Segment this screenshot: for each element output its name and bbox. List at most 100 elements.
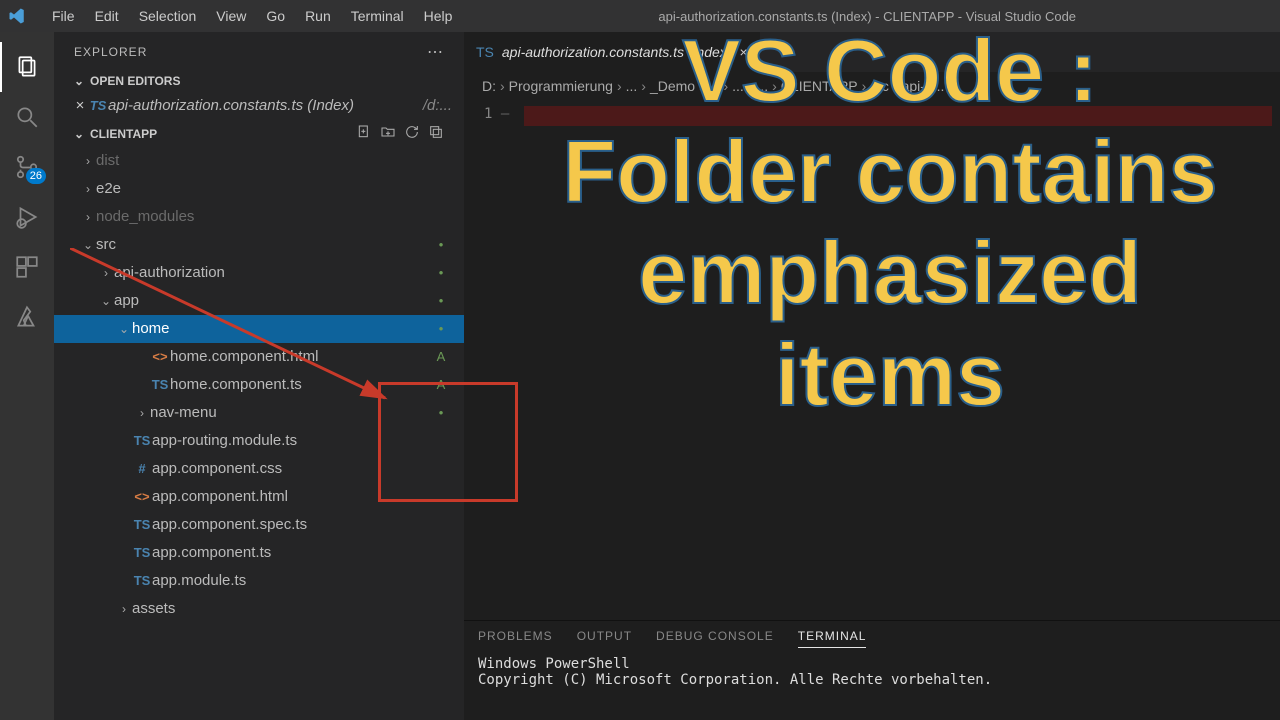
panel-tab-problems[interactable]: PROBLEMS	[478, 629, 553, 648]
menu-edit[interactable]: Edit	[85, 0, 129, 32]
terminal-body[interactable]: Windows PowerShell Copyright (C) Microso…	[464, 652, 1280, 692]
chevron-right-icon: ›	[80, 205, 96, 229]
tree-row[interactable]: ›node_modules	[54, 203, 464, 231]
refresh-icon[interactable]	[404, 124, 420, 143]
breadcrumb-segment[interactable]: ...	[732, 78, 744, 94]
tree-row[interactable]: <>app.component.html	[54, 483, 464, 511]
html-file-icon: <>	[150, 345, 170, 369]
tree-row[interactable]: TSapp.component.spec.ts	[54, 511, 464, 539]
tree-label: app.component.ts	[152, 541, 430, 565]
breadcrumb-segment[interactable]: api-a...	[902, 78, 945, 94]
workspace-header[interactable]: ⌄ CLIENTAPP	[54, 120, 464, 147]
explorer-panel: EXPLORER ⋯ ⌄ OPEN EDITORS × TS api-autho…	[54, 32, 464, 720]
ts-file-icon: TS	[476, 44, 494, 60]
chevron-down-icon: ⌄	[74, 74, 86, 88]
chevron-right-icon: ›	[116, 597, 132, 621]
tree-row[interactable]: <>home.component.htmlA	[54, 343, 464, 371]
source-control-icon[interactable]: 26	[0, 142, 54, 192]
git-modified-dot-icon: •	[430, 261, 452, 285]
tree-label: src	[96, 233, 430, 257]
open-editor-item[interactable]: × TS api-authorization.constants.ts (Ind…	[54, 92, 464, 120]
tree-label: app-routing.module.ts	[152, 429, 430, 453]
tree-label: app.component.html	[152, 485, 430, 509]
breadcrumb-segment[interactable]: src	[870, 78, 889, 94]
chevron-right-icon: ›	[641, 78, 646, 94]
breadcrumb[interactable]: D:›Programmierung›...›_Demo›...›...›...›…	[464, 72, 1280, 100]
menu-file[interactable]: File	[42, 0, 85, 32]
editor-tab[interactable]: TS api-authorization.constants.ts (Index…	[464, 32, 760, 72]
menu-terminal[interactable]: Terminal	[341, 0, 414, 32]
breadcrumb-segment[interactable]: ...	[626, 78, 638, 94]
tree-row[interactable]: TSapp.module.ts	[54, 567, 464, 595]
new-file-icon[interactable]	[356, 124, 372, 143]
explorer-more-icon[interactable]: ⋯	[427, 42, 444, 62]
file-tree: ›dist›e2e›node_modules⌄src•›api-authoriz…	[54, 147, 464, 720]
tree-row[interactable]: ⌄home•	[54, 315, 464, 343]
collapse-all-icon[interactable]	[428, 124, 444, 143]
chevron-right-icon: ›	[862, 78, 867, 94]
chevron-down-icon: ⌄	[80, 233, 96, 257]
tree-row[interactable]: ›api-authorization•	[54, 259, 464, 287]
ts-file-icon: TS	[150, 373, 170, 397]
search-icon[interactable]	[0, 92, 54, 142]
menu-run[interactable]: Run	[295, 0, 341, 32]
chevron-right-icon: ›	[134, 401, 150, 425]
git-added-badge: A	[430, 345, 452, 369]
breadcrumb-segment[interactable]: D:	[482, 78, 496, 94]
explorer-icon[interactable]	[0, 42, 54, 92]
tree-row[interactable]: ⌄app•	[54, 287, 464, 315]
code-editor[interactable]: 1 —	[464, 100, 1280, 620]
breadcrumb-segment[interactable]: CLIENTAPP	[781, 78, 858, 94]
tree-label: dist	[96, 149, 430, 173]
tree-row[interactable]: #app.component.css	[54, 455, 464, 483]
scm-badge: 26	[26, 168, 46, 184]
breadcrumb-segment[interactable]: _Demo	[650, 78, 695, 94]
menu-go[interactable]: Go	[256, 0, 295, 32]
breadcrumb-segment[interactable]: Programmierung	[509, 78, 613, 94]
chevron-right-icon: ›	[748, 78, 753, 94]
open-editor-label: api-authorization.constants.ts (Index)	[108, 94, 417, 118]
chevron-right-icon: ›	[617, 78, 622, 94]
terminal-line: Copyright (C) Microsoft Corporation. All…	[478, 672, 1266, 688]
panel-tab-output[interactable]: OUTPUT	[577, 629, 632, 648]
tree-row[interactable]: TSapp-routing.module.ts	[54, 427, 464, 455]
chevron-right-icon: ›	[500, 78, 505, 94]
tree-row[interactable]: TShome.component.tsA	[54, 371, 464, 399]
editor-area: TS api-authorization.constants.ts (Index…	[464, 32, 1280, 720]
chevron-right-icon: ›	[98, 261, 114, 285]
chevron-right-icon: ›	[699, 78, 704, 94]
close-icon[interactable]: ×	[739, 44, 747, 60]
menu-view[interactable]: View	[206, 0, 256, 32]
tree-row[interactable]: ›e2e	[54, 175, 464, 203]
tree-label: assets	[132, 597, 430, 621]
open-editors-header[interactable]: ⌄ OPEN EDITORS	[54, 70, 464, 92]
menu-selection[interactable]: Selection	[129, 0, 207, 32]
tree-label: api-authorization	[114, 261, 430, 285]
extensions-icon[interactable]	[0, 242, 54, 292]
ts-file-icon: TS	[132, 513, 152, 537]
panel-tab-terminal[interactable]: TERMINAL	[798, 629, 867, 648]
tree-row[interactable]: ›dist	[54, 147, 464, 175]
ts-file-icon: TS	[132, 429, 152, 453]
tree-row[interactable]: ⌄src•	[54, 231, 464, 259]
chevron-right-icon: ›	[80, 177, 96, 201]
breadcrumb-segment[interactable]: ...	[756, 78, 768, 94]
panel-tabs: PROBLEMS OUTPUT DEBUG CONSOLE TERMINAL	[464, 621, 1280, 652]
close-icon[interactable]: ×	[72, 94, 88, 118]
menu-help[interactable]: Help	[414, 0, 463, 32]
new-folder-icon[interactable]	[380, 124, 396, 143]
run-debug-icon[interactable]	[0, 192, 54, 242]
vscode-logo-icon	[8, 7, 26, 25]
tree-label: app.component.spec.ts	[152, 513, 430, 537]
breadcrumb-segment[interactable]: ...	[708, 78, 720, 94]
chevron-down-icon: ⌄	[116, 317, 132, 341]
panel-tab-debug-console[interactable]: DEBUG CONSOLE	[656, 629, 774, 648]
tree-label: home.component.ts	[170, 373, 430, 397]
git-modified-dot-icon: •	[430, 289, 452, 313]
tree-row[interactable]: ›nav-menu•	[54, 399, 464, 427]
tree-row[interactable]: ›assets	[54, 595, 464, 623]
terminal-line: Windows PowerShell	[478, 656, 1266, 672]
azure-icon[interactable]	[0, 292, 54, 342]
tree-label: app	[114, 289, 430, 313]
tree-row[interactable]: TSapp.component.ts	[54, 539, 464, 567]
